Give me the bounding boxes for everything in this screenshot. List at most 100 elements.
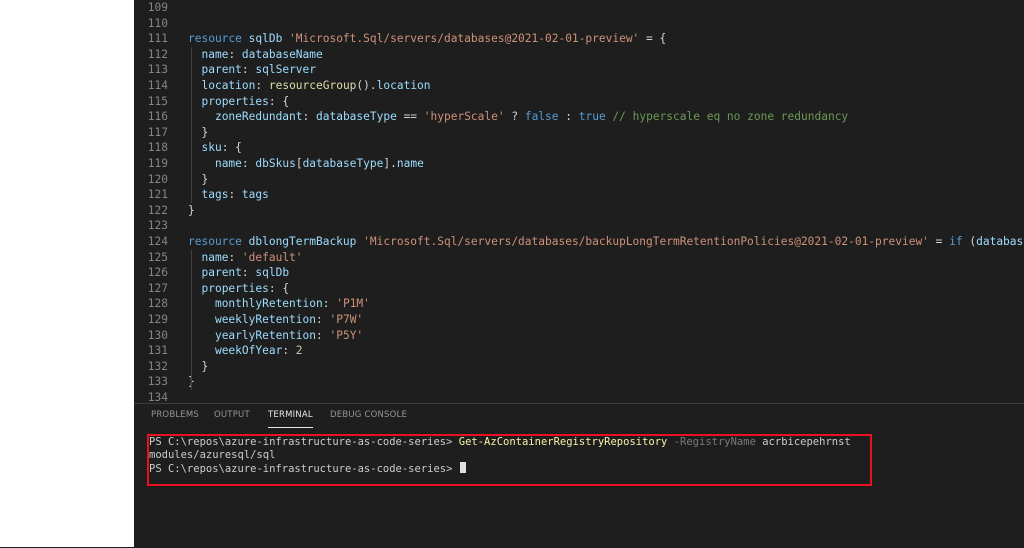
- code-token: parent: [201, 63, 242, 77]
- line-number: 118: [147, 141, 168, 155]
- code-line[interactable]: 112 name: databaseName: [134, 47, 1024, 63]
- line-number: 113: [147, 63, 168, 77]
- code-line[interactable]: 130 yearlyRetention: 'P5Y': [134, 328, 1024, 344]
- code-line[interactable]: 109: [134, 0, 1024, 16]
- code-token: parent: [201, 266, 242, 280]
- code-token: sku: [201, 141, 222, 155]
- tab-terminal[interactable]: TERMINAL: [268, 410, 313, 428]
- code-token: :: [316, 313, 330, 326]
- code-token: :: [558, 110, 579, 124]
- code-token: =: [928, 235, 950, 248]
- code-line[interactable]: 127 properties: {: [134, 281, 1024, 297]
- code-line[interactable]: 114 location: resourceGroup().location: [134, 78, 1024, 94]
- code-token: 'P5Y': [329, 328, 364, 342]
- tab-problems[interactable]: PROBLEMS: [151, 410, 199, 420]
- code-text: resource dblongTermBackup 'Microsoft.Sql…: [188, 234, 1024, 250]
- code-line[interactable]: 129 weeklyRetention: 'P7W': [134, 312, 1024, 328]
- code-token: 'P1M': [336, 297, 370, 311]
- left-blank-pane: [0, 0, 134, 547]
- code-text: weeklyRetention: 'P7W': [188, 312, 363, 328]
- code-token: yearlyRetention: [214, 328, 316, 342]
- code-token: dbSkus: [255, 157, 296, 170]
- line-number: 122: [147, 203, 168, 217]
- panel-tabs: PROBLEMS OUTPUT TERMINAL DEBUG CONSOLE: [134, 404, 1024, 428]
- code-line[interactable]: 115 properties: {: [134, 94, 1024, 110]
- code-token: resource: [188, 235, 249, 248]
- code-line[interactable]: 124 resource dblongTermBackup 'Microsoft.…: [134, 234, 1024, 250]
- code-line[interactable]: 123: [134, 218, 1024, 234]
- line-number: 124: [147, 235, 168, 248]
- code-text: zoneRedundant: databaseType == 'hyperSca…: [188, 109, 848, 125]
- code-token: :: [241, 63, 256, 77]
- line-number: 127: [147, 281, 168, 295]
- line-number: 121: [147, 188, 168, 202]
- code-editor[interactable]: 109 110 111 resource sqlDb 'Microsoft.Sql/s…: [134, 0, 1024, 403]
- code-line[interactable]: 121 tags: tags: [134, 187, 1024, 203]
- code-token: :: [302, 110, 316, 124]
- code-token: location: [376, 79, 431, 92]
- code-token: sqlDb: [255, 266, 290, 280]
- code-line[interactable]: 110: [134, 16, 1024, 32]
- code-token: resourceGroup: [268, 79, 357, 92]
- code-token: :: [255, 79, 269, 92]
- code-token: resource: [188, 32, 249, 46]
- code-line[interactable]: 134: [134, 390, 1024, 403]
- code-token: if: [949, 235, 963, 248]
- code-text: location: resourceGroup().location: [188, 78, 431, 94]
- line-number: 129: [147, 313, 168, 326]
- line-number: 112: [147, 47, 168, 61]
- line-number: 130: [147, 328, 168, 342]
- code-token: ?: [504, 110, 525, 124]
- code-token: : {: [268, 281, 290, 295]
- code-token: :: [228, 250, 242, 264]
- code-line[interactable]: 116 zoneRedundant: databaseType == 'hype…: [134, 109, 1024, 125]
- code-line[interactable]: 119 name: dbSkus[databaseType].name: [134, 156, 1024, 172]
- code-line[interactable]: 117 }: [134, 125, 1024, 141]
- code-token: zoneRedundant: [214, 110, 303, 124]
- line-number: 126: [147, 266, 168, 280]
- code-text: name: dbSkus[databaseType].name: [188, 156, 424, 172]
- code-text: name: 'default': [188, 250, 302, 266]
- code-token: tags: [241, 188, 269, 202]
- code-text: monthlyRetention: 'P1M': [188, 296, 370, 312]
- code-token: databaseName: [241, 47, 323, 61]
- code-line[interactable]: 133}: [134, 374, 1024, 390]
- code-token: :: [241, 266, 256, 280]
- code-line[interactable]: 122}: [134, 203, 1024, 219]
- code-line[interactable]: 120 }: [134, 172, 1024, 188]
- code-token: // hyperscale eq no zone redundancy: [605, 110, 849, 124]
- code-token: 'P7W': [329, 313, 364, 326]
- line-number: 111: [147, 32, 168, 46]
- code-token: = {: [639, 32, 667, 46]
- code-line[interactable]: 131 weekOfYear: 2: [134, 343, 1024, 359]
- code-token: databaseType: [976, 235, 1024, 248]
- code-line[interactable]: 125 name: 'default': [134, 250, 1024, 266]
- line-number: 114: [147, 79, 168, 92]
- code-token: (: [962, 235, 977, 248]
- code-token: properties: [201, 94, 269, 108]
- tab-debug-console[interactable]: DEBUG CONSOLE: [330, 410, 407, 420]
- code-line[interactable]: 128 monthlyRetention: 'P1M': [134, 296, 1024, 312]
- code-line[interactable]: 132 }: [134, 359, 1024, 375]
- tab-output[interactable]: OUTPUT: [214, 410, 250, 420]
- code-token: name: [201, 47, 229, 61]
- line-number: 123: [147, 219, 168, 233]
- code-text: }: [188, 203, 195, 219]
- line-number: 109: [147, 1, 168, 14]
- code-text: parent: sqlDb: [188, 265, 289, 281]
- code-token: ==: [396, 110, 424, 124]
- code-token: :: [282, 344, 296, 358]
- code-token: 'hyperScale': [423, 110, 505, 124]
- code-token: :: [322, 297, 337, 311]
- code-line[interactable]: 126 parent: sqlDb: [134, 265, 1024, 281]
- code-text: yearlyRetention: 'P5Y': [188, 328, 363, 344]
- code-line[interactable]: 111 resource sqlDb 'Microsoft.Sql/servers…: [134, 31, 1024, 47]
- code-token: name: [201, 250, 229, 264]
- code-line[interactable]: 113 parent: sqlServer: [134, 62, 1024, 78]
- line-number: 125: [147, 250, 168, 264]
- code-token: 'Microsoft.Sql/servers/databases/backupL…: [363, 235, 929, 248]
- code-line[interactable]: 118 sku: {: [134, 140, 1024, 156]
